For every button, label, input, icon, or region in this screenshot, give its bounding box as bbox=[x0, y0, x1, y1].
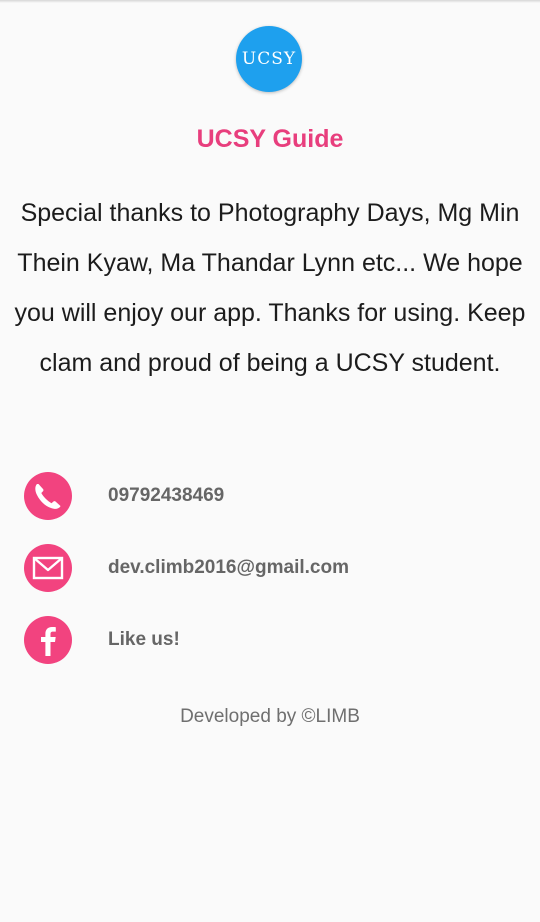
email-address[interactable]: dev.climb2016@gmail.com bbox=[108, 557, 349, 579]
facebook-link[interactable]: Like us! bbox=[108, 629, 180, 651]
about-text: Special thanks to Photography Days, Mg M… bbox=[14, 199, 526, 377]
email-row[interactable]: dev.climb2016@gmail.com bbox=[24, 544, 504, 592]
mail-icon[interactable] bbox=[24, 544, 72, 592]
app-title: UCSY Guide bbox=[196, 125, 344, 153]
phone-icon[interactable] bbox=[24, 472, 72, 520]
phone-number[interactable]: 09792438469 bbox=[108, 485, 224, 507]
logo-text: UCSY bbox=[241, 49, 297, 69]
status-edge bbox=[0, 0, 540, 3]
app-logo: UCSY bbox=[236, 26, 302, 92]
developer-credit: Developed by ©LIMB bbox=[180, 706, 360, 727]
facebook-icon[interactable] bbox=[24, 616, 72, 664]
facebook-row[interactable]: Like us! bbox=[24, 616, 504, 664]
phone-row[interactable]: 09792438469 bbox=[24, 472, 504, 520]
